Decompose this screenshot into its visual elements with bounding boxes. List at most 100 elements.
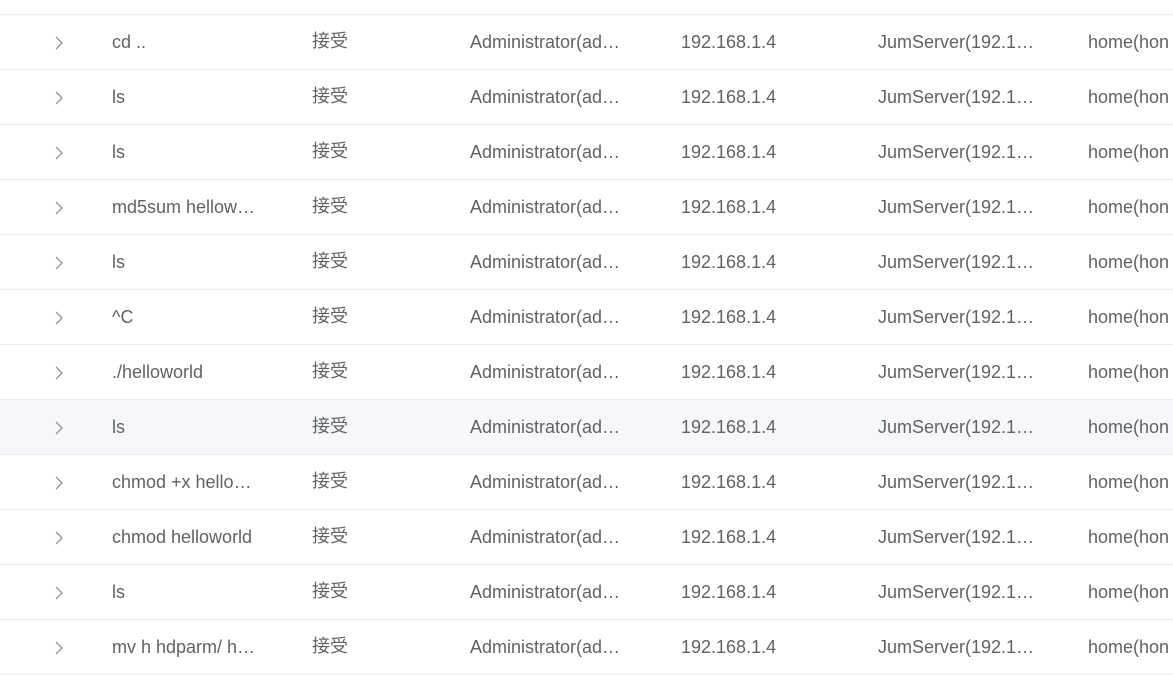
user-cell: Administrator(ad… <box>470 527 621 547</box>
risk-level-cell: 接受 <box>312 471 348 492</box>
risk-level-cell: 接受 <box>312 526 348 547</box>
table-row[interactable]: ls 接受 Administrator(ad… 192.168.1.4 JumServe… <box>0 70 1173 125</box>
risk-level-cell: 接受 <box>312 251 348 272</box>
chevron-right-icon[interactable] <box>50 290 70 344</box>
command-cell <box>112 0 272 14</box>
table-row[interactable]: md5sum hellow… 接受 Administrator(ad… 192.168… <box>0 180 1173 235</box>
account-cell: home(hon <box>1088 252 1170 272</box>
command-cell: chmod +x hello… <box>112 472 252 492</box>
remote-addr-cell: 192.168.1.4 <box>681 417 777 437</box>
asset-cell: JumServer(192.1… <box>878 197 1035 217</box>
risk-level-cell: 接受 <box>312 636 348 657</box>
asset-cell: JumServer(192.1… <box>878 32 1035 52</box>
account-cell: home(hon <box>1088 142 1170 162</box>
remote-addr-cell: 192.168.1.4 <box>681 637 777 657</box>
command-records-table: cd .. 接受 Administrator(ad… 192.168.1.4 JumSe… <box>0 0 1173 675</box>
user-cell <box>470 0 636 14</box>
user-cell: Administrator(ad… <box>470 142 621 162</box>
asset-cell: JumServer(192.1… <box>878 582 1035 602</box>
remote-addr-cell: 192.168.1.4 <box>681 142 777 162</box>
table-row[interactable]: ls 接受 Administrator(ad… 192.168.1.4 JumServe… <box>0 235 1173 290</box>
remote-addr-cell <box>681 0 831 14</box>
remote-addr-cell: 192.168.1.4 <box>681 252 777 272</box>
chevron-right-icon[interactable] <box>50 235 70 289</box>
chevron-right-icon[interactable] <box>50 0 70 14</box>
risk-level-cell: 接受 <box>312 141 348 162</box>
asset-cell: JumServer(192.1… <box>878 142 1035 162</box>
command-cell: ls <box>112 87 125 107</box>
account-cell: home(hon <box>1088 527 1170 547</box>
chevron-right-icon[interactable] <box>50 15 70 69</box>
account-cell: home(hon <box>1088 197 1170 217</box>
remote-addr-cell: 192.168.1.4 <box>681 472 777 492</box>
chevron-right-icon[interactable] <box>50 510 70 564</box>
command-cell: ./helloworld <box>112 362 204 382</box>
risk-level-cell: 接受 <box>312 196 348 217</box>
command-cell: chmod helloworld <box>112 527 253 547</box>
table-row[interactable]: cd .. 接受 Administrator(ad… 192.168.1.4 JumSe… <box>0 15 1173 70</box>
command-cell: cd .. <box>112 32 147 52</box>
asset-cell: JumServer(192.1… <box>878 472 1035 492</box>
asset-cell: JumServer(192.1… <box>878 362 1035 382</box>
asset-cell: JumServer(192.1… <box>878 417 1035 437</box>
chevron-right-icon[interactable] <box>50 345 70 399</box>
remote-addr-cell: 192.168.1.4 <box>681 307 777 327</box>
chevron-right-icon[interactable] <box>50 400 70 454</box>
risk-level-cell: 接受 <box>312 31 348 52</box>
user-cell: Administrator(ad… <box>470 197 621 217</box>
table-row[interactable]: mv h hdparm/ h… 接受 Administrator(ad… 192.16… <box>0 620 1173 675</box>
table-row[interactable]: ls 接受 Administrator(ad… 192.168.1.4 JumServe… <box>0 565 1173 620</box>
table-row[interactable]: ./helloworld 接受 Administrator(ad… 192.168.1… <box>0 345 1173 400</box>
remote-addr-cell: 192.168.1.4 <box>681 527 777 547</box>
command-cell: ls <box>112 417 125 437</box>
remote-addr-cell: 192.168.1.4 <box>681 197 777 217</box>
account-cell: home(hon <box>1088 87 1170 107</box>
remote-addr-cell: 192.168.1.4 <box>681 362 777 382</box>
command-cell: ls <box>112 252 125 272</box>
table-row[interactable]: chmod helloworld 接受 Administrator(ad… 192.1… <box>0 510 1173 565</box>
chevron-right-icon[interactable] <box>50 455 70 509</box>
command-cell: md5sum hellow… <box>112 197 256 217</box>
chevron-right-icon[interactable] <box>50 620 70 674</box>
user-cell: Administrator(ad… <box>470 252 621 272</box>
command-cell: ls <box>112 142 125 162</box>
account-cell: home(hon <box>1088 32 1170 52</box>
asset-cell: JumServer(192.1… <box>878 87 1035 107</box>
risk-level-cell: 接受 <box>312 581 348 602</box>
table-row[interactable]: ls 接受 Administrator(ad… 192.168.1.4 JumServe… <box>0 125 1173 180</box>
account-cell: home(hon <box>1088 307 1170 327</box>
risk-level-cell: 接受 <box>312 86 348 107</box>
account-cell: home(hon <box>1088 582 1170 602</box>
remote-addr-cell: 192.168.1.4 <box>681 32 777 52</box>
chevron-right-icon[interactable] <box>50 70 70 124</box>
command-cell: ^C <box>112 307 134 327</box>
table-row[interactable]: ls 接受 Administrator(ad… 192.168.1.4 JumServe… <box>0 400 1173 455</box>
asset-cell <box>878 0 1050 14</box>
risk-level-cell <box>312 0 392 14</box>
account-cell: home(hon <box>1088 637 1170 657</box>
account-cell <box>1088 0 1173 14</box>
risk-level-cell: 接受 <box>312 306 348 327</box>
user-cell: Administrator(ad… <box>470 32 621 52</box>
user-cell: Administrator(ad… <box>470 87 621 107</box>
user-cell: Administrator(ad… <box>470 582 621 602</box>
account-cell: home(hon <box>1088 472 1170 492</box>
asset-cell: JumServer(192.1… <box>878 252 1035 272</box>
remote-addr-cell: 192.168.1.4 <box>681 582 777 602</box>
user-cell: Administrator(ad… <box>470 472 621 492</box>
account-cell: home(hon <box>1088 417 1170 437</box>
account-cell: home(hon <box>1088 362 1170 382</box>
table-row[interactable]: chmod +x hello… 接受 Administrator(ad… 192.16… <box>0 455 1173 510</box>
user-cell: Administrator(ad… <box>470 637 621 657</box>
table-row[interactable]: ^C 接受 Administrator(ad… 192.168.1.4 JumServe… <box>0 290 1173 345</box>
remote-addr-cell: 192.168.1.4 <box>681 87 777 107</box>
chevron-right-icon[interactable] <box>50 125 70 179</box>
chevron-right-icon[interactable] <box>50 565 70 619</box>
user-cell: Administrator(ad… <box>470 417 621 437</box>
user-cell: Administrator(ad… <box>470 362 621 382</box>
command-cell: ls <box>112 582 125 602</box>
asset-cell: JumServer(192.1… <box>878 637 1035 657</box>
table-row[interactable] <box>0 0 1173 15</box>
risk-level-cell: 接受 <box>312 416 348 437</box>
chevron-right-icon[interactable] <box>50 180 70 234</box>
